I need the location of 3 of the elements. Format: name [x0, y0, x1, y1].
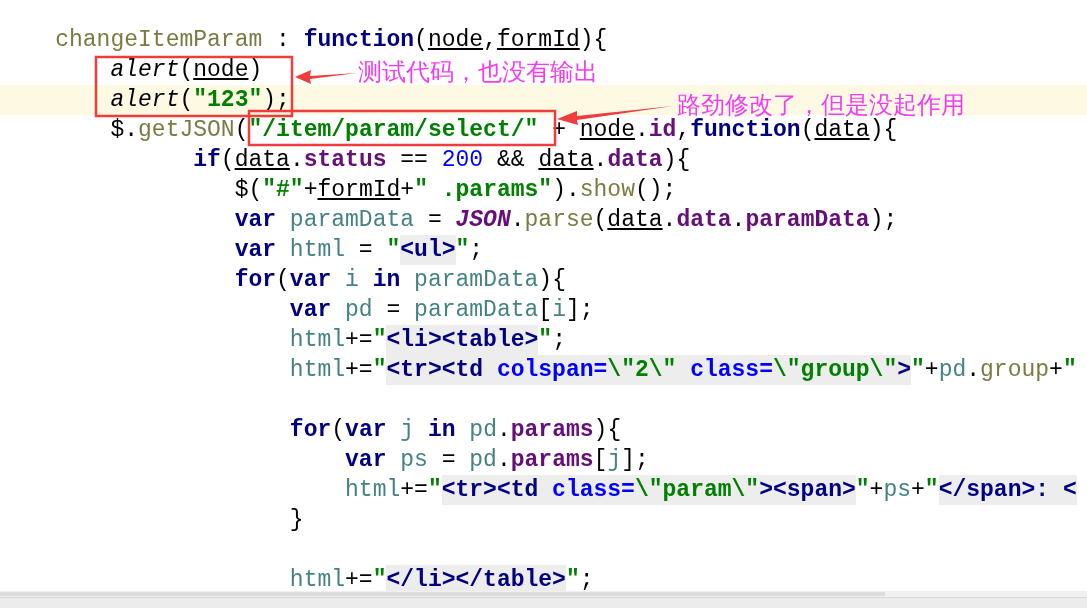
- scrollbar-thumb[interactable]: [0, 592, 885, 596]
- horizontal-scrollbar[interactable]: [0, 591, 1087, 597]
- annotation-text: 测试代码，也没有输出: [358, 57, 598, 87]
